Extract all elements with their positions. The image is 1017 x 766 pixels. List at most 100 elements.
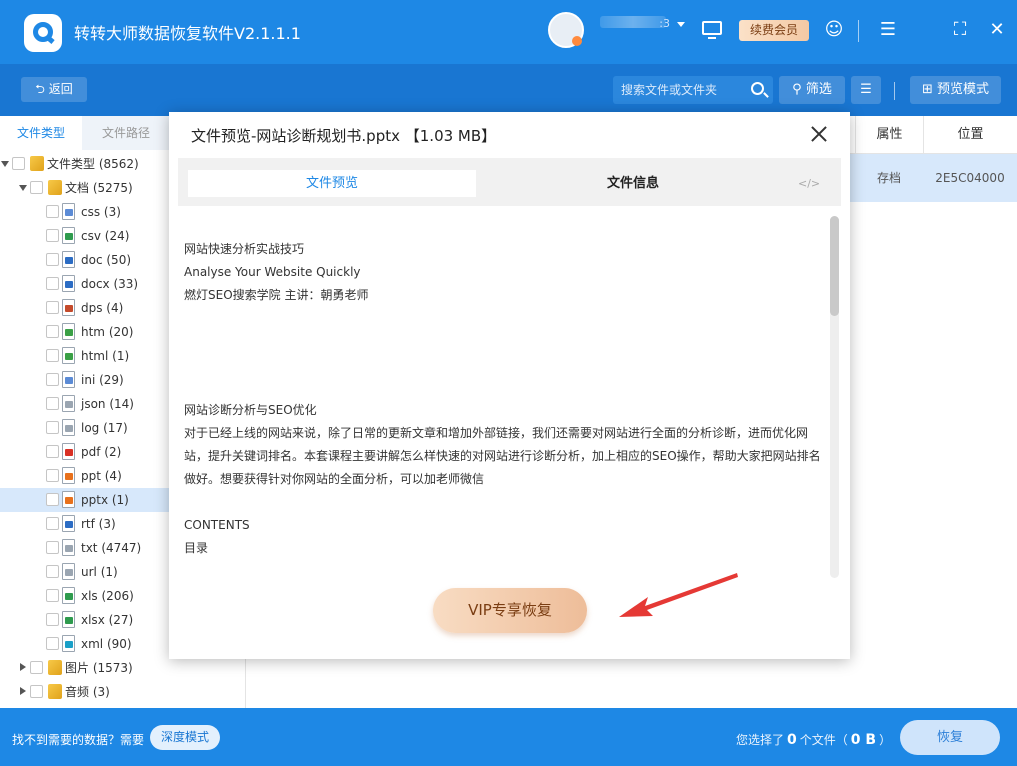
selection-suffix: ） — [879, 733, 892, 747]
deep-mode-button[interactable]: 深度模式 — [150, 725, 220, 750]
preview-mode-button[interactable]: ⊞ 预览模式 — [910, 76, 1001, 104]
monitor-icon[interactable] — [702, 21, 722, 39]
selection-prefix: 您选择了 — [736, 733, 785, 747]
dialog-title: 文件预览-网站诊断规划书.pptx 【1.03 MB】 — [191, 127, 497, 145]
chevron-down-icon[interactable] — [1, 161, 9, 167]
back-label: 返回 — [48, 82, 73, 96]
tree-checkbox[interactable] — [30, 661, 43, 674]
renew-vip-button[interactable]: 续费会员 — [739, 20, 809, 41]
file-icon — [62, 371, 75, 388]
tree-item-label: xlsx (27) — [81, 613, 134, 627]
file-icon — [62, 275, 75, 292]
preview-scrollbar-thumb[interactable] — [830, 216, 839, 316]
tree-checkbox[interactable] — [46, 637, 59, 650]
search-box — [613, 76, 773, 104]
tree-checkbox[interactable] — [46, 589, 59, 602]
tab-file-info[interactable]: 文件信息 — [548, 170, 718, 197]
tree-checkbox[interactable] — [46, 397, 59, 410]
file-icon — [62, 539, 75, 556]
tree-item-label: ppt (4) — [81, 469, 122, 483]
file-icon — [62, 323, 75, 340]
filter-button[interactable]: ⚲ 筛选 — [779, 76, 845, 104]
tree-checkbox[interactable] — [46, 445, 59, 458]
tree-item-label: pdf (2) — [81, 445, 122, 459]
tree-checkbox[interactable] — [46, 517, 59, 530]
tree-checkbox[interactable] — [46, 325, 59, 338]
preview-line: 网站诊断分析与SEO优化 — [184, 403, 317, 417]
close-icon[interactable] — [809, 124, 829, 144]
tree-checkbox[interactable] — [46, 565, 59, 578]
tree-item-label: csv (24) — [81, 229, 130, 243]
tree-item-label: dps (4) — [81, 301, 124, 315]
file-icon — [62, 587, 75, 604]
tree-checkbox[interactable] — [30, 685, 43, 698]
tree-checkbox[interactable] — [46, 301, 59, 314]
menu-icon[interactable]: ☰ — [878, 20, 898, 40]
vip-recover-button[interactable]: VIP专享恢复 — [433, 588, 587, 633]
username[interactable]: :3 — [592, 17, 670, 33]
selected-size: 0 B — [850, 732, 877, 748]
tree-item-label: ini (29) — [81, 373, 124, 387]
search-icon[interactable] — [751, 82, 764, 95]
tree-item-label: txt (4747) — [81, 541, 142, 555]
tab-file-type[interactable]: 文件类型 — [0, 116, 82, 150]
tree-checkbox[interactable] — [46, 253, 59, 266]
preview-content: 网站快速分析实战技巧 Analyse Your Website Quickly … — [184, 238, 824, 578]
file-icon — [62, 419, 75, 436]
app-title: 转转大师数据恢复软件V2.1.1.1 — [74, 24, 301, 43]
chevron-right-icon[interactable] — [20, 687, 26, 695]
file-icon — [62, 251, 75, 268]
grid-icon: ⊞ — [921, 82, 937, 97]
user-avatar[interactable] — [548, 12, 584, 48]
filter-icon: ⚲ — [792, 82, 806, 97]
tree-checkbox[interactable] — [46, 613, 59, 626]
tree-checkbox[interactable] — [30, 181, 43, 194]
chevron-right-icon[interactable] — [20, 663, 26, 671]
cannot-find-hint: 找不到需要的数据？需要 — [12, 733, 145, 747]
recover-button[interactable]: 恢复 — [900, 720, 1000, 755]
tree-checkbox[interactable] — [46, 541, 59, 554]
preview-mode-label: 预览模式 — [937, 82, 990, 97]
chevron-down-icon[interactable] — [19, 185, 27, 191]
tree-checkbox[interactable] — [46, 277, 59, 290]
preview-paragraph: 对于已经上线的网站来说，除了日常的更新文章和增加外部链接，我们还需要对网站进行全… — [184, 426, 821, 486]
tree-item-label: json (14) — [81, 397, 134, 411]
tab-file-preview[interactable]: 文件预览 — [188, 170, 476, 197]
column-header-location[interactable]: 位置 — [923, 116, 1017, 153]
tree-checkbox[interactable] — [46, 205, 59, 218]
tree-checkbox[interactable] — [46, 373, 59, 386]
code-view-icon[interactable]: </> — [798, 177, 820, 190]
filter-label: 筛选 — [805, 82, 832, 97]
maximize-icon[interactable]: ⛶ — [950, 20, 970, 40]
file-icon — [62, 299, 75, 316]
title-bar: 转转大师数据恢复软件V2.1.1.1 :3 续费会员 ☺ ☰ ⛶ ✕ — [0, 0, 1017, 64]
cell-location: 2E5C04000 — [935, 171, 1005, 185]
tree-item-label: xml (90) — [81, 637, 132, 651]
tree-item-label: htm (20) — [81, 325, 134, 339]
tree-item[interactable]: 图片 (1573) — [0, 656, 246, 680]
close-window-icon[interactable]: ✕ — [987, 20, 1007, 40]
tree-checkbox[interactable] — [46, 421, 59, 434]
folder-icon — [48, 180, 62, 195]
back-button[interactable]: ⮌ 返回 — [21, 77, 87, 102]
user-menu-chevron-down-icon[interactable] — [677, 22, 685, 27]
preview-line: Analyse Your Website Quickly — [184, 265, 361, 279]
tree-checkbox[interactable] — [12, 157, 25, 170]
dialog-tabs: 文件预览 文件信息 </> — [178, 158, 841, 206]
file-icon — [62, 347, 75, 364]
toolbar-divider — [894, 82, 895, 100]
tree-item-label: 图片 (1573) — [65, 661, 133, 675]
list-search-button[interactable]: ☰ — [851, 76, 881, 104]
app-logo-icon — [24, 14, 62, 52]
preview-line: 目录 — [184, 541, 209, 555]
tab-file-path[interactable]: 文件路径 — [85, 116, 167, 150]
column-header-attr[interactable]: 属性 — [855, 116, 923, 153]
tree-checkbox[interactable] — [46, 349, 59, 362]
tree-checkbox[interactable] — [46, 229, 59, 242]
customer-service-icon[interactable]: ☺ — [824, 20, 844, 40]
tree-item[interactable]: 音频 (3) — [0, 680, 246, 704]
toolbar: ⮌ 返回 ⚲ 筛选 ☰ ⊞ 预览模式 — [0, 64, 1017, 116]
search-input[interactable] — [621, 80, 741, 100]
tree-checkbox[interactable] — [46, 493, 59, 506]
tree-checkbox[interactable] — [46, 469, 59, 482]
